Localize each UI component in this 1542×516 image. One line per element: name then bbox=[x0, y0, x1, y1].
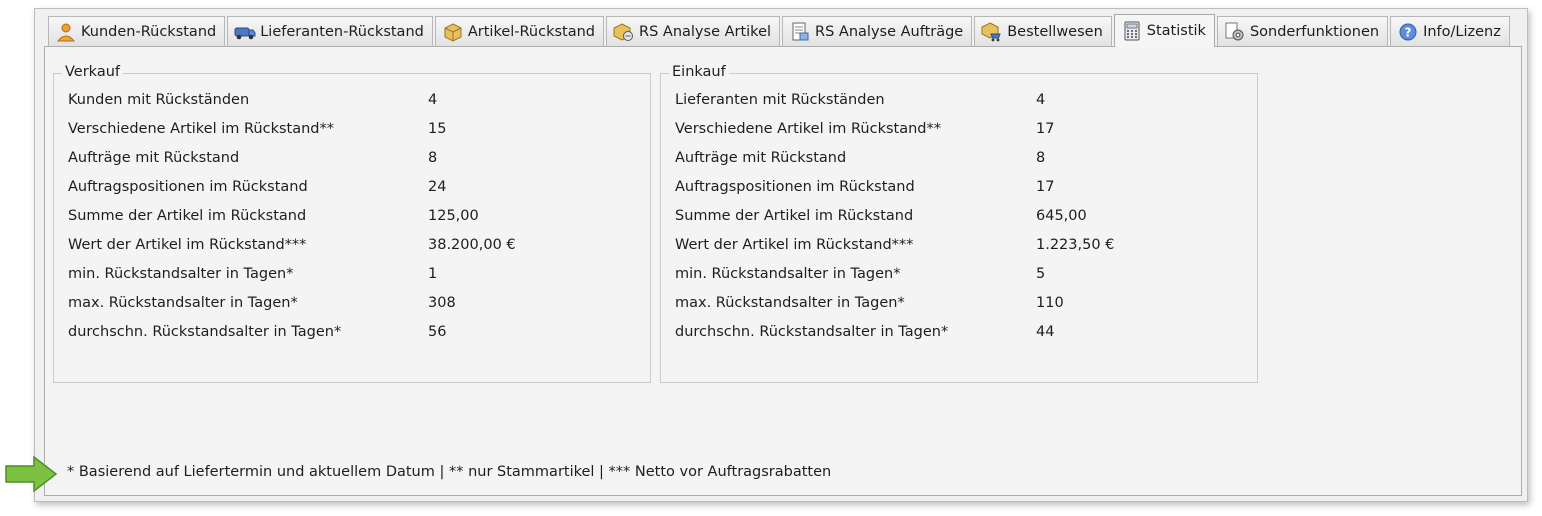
row-value: 1 bbox=[428, 266, 438, 282]
row-value: 24 bbox=[428, 179, 447, 195]
gear-document-icon bbox=[1224, 22, 1246, 42]
row-label: Aufträge mit Rückstand bbox=[675, 150, 847, 166]
tab-rs-analyse-artikel[interactable]: RS Analyse Artikel bbox=[606, 16, 781, 46]
row-value: 56 bbox=[428, 324, 447, 340]
tab-sonderfunktionen[interactable]: Sonderfunktionen bbox=[1216, 16, 1389, 46]
row-label: Kunden mit Rückständen bbox=[68, 92, 250, 108]
row-label: durchschn. Rückstandsalter in Tagen* bbox=[675, 324, 949, 340]
tab-label: RS Analyse Aufträge bbox=[815, 23, 964, 40]
tab-kunden-rueckstand[interactable]: Kunden-Rückstand bbox=[48, 16, 226, 46]
verkauf-group: Verkauf Kunden mit Rückständen 4 Verschie… bbox=[53, 64, 651, 383]
person-icon bbox=[55, 22, 77, 42]
row-value: 1.223,50 € bbox=[1036, 237, 1115, 253]
row-value: 125,00 bbox=[428, 208, 479, 224]
box-analysis-icon bbox=[613, 22, 635, 42]
row-value: 308 bbox=[428, 295, 456, 311]
tab-lieferanten-rueckstand[interactable]: Lieferanten-Rückstand bbox=[227, 16, 433, 46]
box-icon bbox=[442, 22, 464, 42]
row-value: 8 bbox=[1036, 150, 1046, 166]
truck-icon bbox=[234, 22, 256, 42]
row-value: 15 bbox=[428, 121, 447, 137]
tab-strip: Kunden-Rückstand Lieferanten-Rückstand A… bbox=[48, 14, 1512, 47]
row-label: min. Rückstandsalter in Tagen* bbox=[675, 266, 901, 282]
row-label: max. Rückstandsalter in Tagen* bbox=[68, 295, 298, 311]
tab-label: Info/Lizenz bbox=[1423, 23, 1501, 40]
tab-label: Artikel-Rückstand bbox=[467, 23, 596, 40]
help-icon: ? bbox=[1397, 22, 1419, 42]
row-value: 44 bbox=[1036, 324, 1055, 340]
arrow-right-icon bbox=[5, 455, 58, 493]
row-value: 5 bbox=[1036, 266, 1046, 282]
row-value: 4 bbox=[1036, 92, 1046, 108]
arrow-shape bbox=[5, 455, 58, 493]
row-value: 38.200,00 € bbox=[428, 237, 516, 253]
row-label: max. Rückstandsalter in Tagen* bbox=[675, 295, 905, 311]
row-label: Verschiedene Artikel im Rückstand** bbox=[675, 121, 941, 137]
row-label: Aufträge mit Rückstand bbox=[68, 150, 240, 166]
row-label: Wert der Artikel im Rückstand*** bbox=[68, 237, 307, 253]
tab-bestellwesen[interactable]: Bestellwesen bbox=[974, 16, 1112, 46]
row-value: 4 bbox=[428, 92, 438, 108]
document-analysis-icon bbox=[789, 22, 811, 42]
tab-label: Bestellwesen bbox=[1007, 23, 1103, 40]
tab-info-lizenz[interactable]: ? Info/Lizenz bbox=[1390, 16, 1510, 46]
row-label: Summe der Artikel im Rückstand bbox=[675, 208, 914, 224]
row-label: durchschn. Rückstandsalter in Tagen* bbox=[68, 324, 342, 340]
row-label: Verschiedene Artikel im Rückstand** bbox=[68, 121, 334, 137]
tab-label: Lieferanten-Rückstand bbox=[260, 23, 424, 40]
row-label: Wert der Artikel im Rückstand*** bbox=[675, 237, 914, 253]
row-label: Auftragspositionen im Rückstand bbox=[675, 179, 915, 195]
row-value: 645,00 bbox=[1036, 208, 1087, 224]
box-cart-icon bbox=[981, 21, 1003, 42]
verkauf-title: Verkauf bbox=[62, 64, 123, 80]
row-value: 8 bbox=[428, 150, 438, 166]
row-label: Lieferanten mit Rückständen bbox=[675, 92, 885, 108]
tab-label: Statistik bbox=[1146, 23, 1206, 39]
row-value: 110 bbox=[1036, 295, 1064, 311]
row-label: Summe der Artikel im Rückstand bbox=[68, 208, 307, 224]
footnote: * Basierend auf Liefertermin und aktuell… bbox=[67, 464, 832, 480]
tab-rs-analyse-auftraege[interactable]: RS Analyse Aufträge bbox=[782, 16, 973, 46]
row-label: Auftragspositionen im Rückstand bbox=[68, 179, 308, 195]
tab-artikel-rueckstand[interactable]: Artikel-Rückstand bbox=[434, 16, 605, 46]
row-value: 17 bbox=[1036, 121, 1055, 137]
calculator-icon bbox=[1121, 21, 1143, 41]
row-value: 17 bbox=[1036, 179, 1055, 195]
einkauf-title: Einkauf bbox=[669, 64, 729, 80]
tab-label: Kunden-Rückstand bbox=[81, 23, 217, 40]
statistik-panel: Verkauf Kunden mit Rückständen 4 Verschie… bbox=[44, 46, 1522, 496]
tab-statistik[interactable]: Statistik bbox=[1113, 14, 1215, 47]
row-label: min. Rückstandsalter in Tagen* bbox=[68, 266, 294, 282]
tab-label: RS Analyse Artikel bbox=[639, 23, 772, 40]
tab-label: Sonderfunktionen bbox=[1249, 23, 1380, 40]
svg-text:?: ? bbox=[1405, 25, 1412, 39]
einkauf-group: Einkauf Lieferanten mit Rückständen 4 Ver… bbox=[660, 64, 1258, 383]
